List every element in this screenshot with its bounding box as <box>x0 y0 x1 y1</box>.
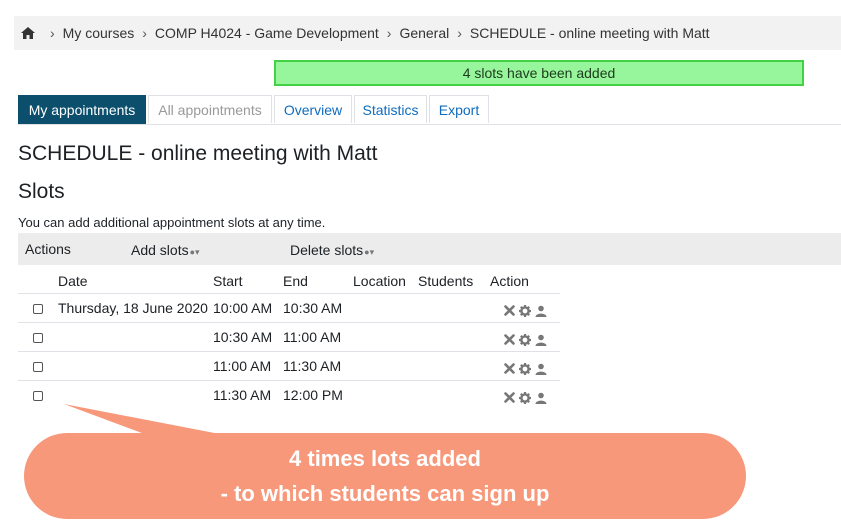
callout-line-1: 4 times lots added <box>289 446 481 471</box>
callout-annotation: 4 times lots added - to which students c… <box>24 433 746 519</box>
callout-line-2: - to which students can sign up <box>220 481 550 506</box>
